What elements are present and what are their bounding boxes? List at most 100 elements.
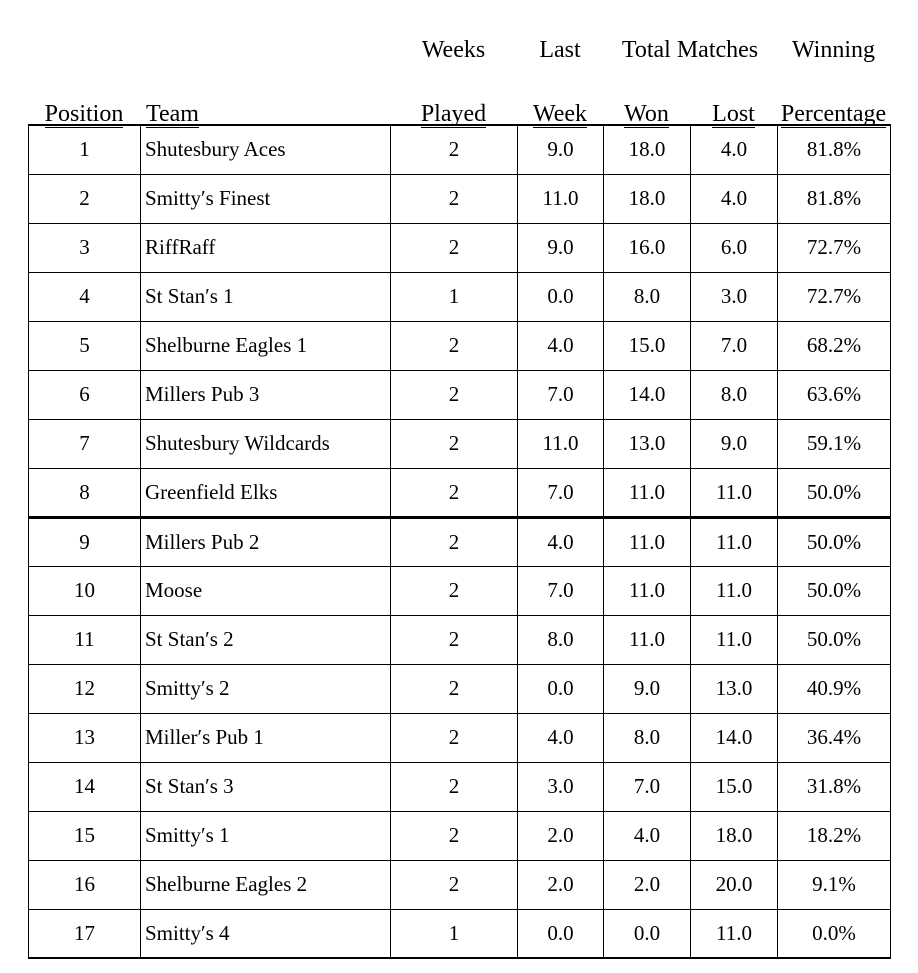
table-row[interactable]: 14 St Stanʹs 3 2 3.0 7.0 15.0 31.8% <box>28 762 891 812</box>
cell-position: 3 <box>28 223 141 273</box>
cell-weeks-played: 2 <box>390 860 518 910</box>
cell-team: St Stanʹs 3 <box>140 762 391 812</box>
cell-team: Millers Pub 2 <box>140 517 391 567</box>
cell-last-week: 8.0 <box>517 615 604 665</box>
cell-team: Shutesbury Wildcards <box>140 419 391 469</box>
cell-position: 10 <box>28 566 141 616</box>
cell-weeks-played: 2 <box>390 517 518 567</box>
standings-table-wrap: 1 Shutesbury Aces 2 9.0 18.0 4.0 81.8% 2 Smittyʹ… <box>28 124 891 959</box>
cell-team: Smittyʹs 4 <box>140 909 391 958</box>
cell-winning-percentage: 50.0% <box>777 615 891 665</box>
table-header-block: Weeks Last Total Matches Winning Positio… <box>28 0 890 128</box>
cell-winning-percentage: 9.1% <box>777 860 891 910</box>
table-row[interactable]: 17 Smittyʹs 4 1 0.0 0.0 11.0 0.0% <box>28 909 891 958</box>
cell-weeks-played: 2 <box>390 762 518 812</box>
cell-weeks-played: 1 <box>390 272 518 322</box>
cell-team: Moose <box>140 566 391 616</box>
table-row[interactable]: 9 Millers Pub 2 2 4.0 11.0 11.0 50.0% <box>28 517 891 567</box>
table-row[interactable]: 12 Smittyʹs 2 2 0.0 9.0 13.0 40.9% <box>28 664 891 714</box>
cell-winning-percentage: 31.8% <box>777 762 891 812</box>
cell-weeks-played: 1 <box>390 909 518 958</box>
cell-position: 6 <box>28 370 141 420</box>
cell-weeks-played: 2 <box>390 321 518 371</box>
cell-last-week: 2.0 <box>517 860 604 910</box>
cell-lost: 11.0 <box>690 909 778 958</box>
table-row[interactable]: 13 Millerʹs Pub 1 2 4.0 8.0 14.0 36.4% <box>28 713 891 763</box>
cell-team: Shutesbury Aces <box>140 125 391 175</box>
table-row[interactable]: 6 Millers Pub 3 2 7.0 14.0 8.0 63.6% <box>28 370 891 420</box>
cell-position: 14 <box>28 762 141 812</box>
cell-winning-percentage: 18.2% <box>777 811 891 861</box>
cell-position: 4 <box>28 272 141 322</box>
table-row[interactable]: 16 Shelburne Eagles 2 2 2.0 2.0 20.0 9.1% <box>28 860 891 910</box>
header-winning-percentage-line1: Winning <box>791 37 876 63</box>
cell-won: 4.0 <box>603 811 691 861</box>
cell-lost: 3.0 <box>690 272 778 322</box>
table-row[interactable]: 5 Shelburne Eagles 1 2 4.0 15.0 7.0 68.2% <box>28 321 891 371</box>
standings-table-body: 1 Shutesbury Aces 2 9.0 18.0 4.0 81.8% 2 Smittyʹ… <box>28 125 891 958</box>
cell-last-week: 9.0 <box>517 223 604 273</box>
cell-position: 11 <box>28 615 141 665</box>
header-table: Weeks Last Total Matches Winning Positio… <box>28 0 890 138</box>
cell-winning-percentage: 68.2% <box>777 321 891 371</box>
cell-position: 7 <box>28 419 141 469</box>
cell-lost: 14.0 <box>690 713 778 763</box>
cell-position: 13 <box>28 713 141 763</box>
cell-winning-percentage: 72.7% <box>777 223 891 273</box>
standings-page: Weeks Last Total Matches Winning Positio… <box>0 0 918 973</box>
cell-position: 2 <box>28 174 141 224</box>
table-row[interactable]: 10 Moose 2 7.0 11.0 11.0 50.0% <box>28 566 891 616</box>
table-row[interactable]: 2 Smittyʹs Finest 2 11.0 18.0 4.0 81.8% <box>28 174 891 224</box>
cell-position: 5 <box>28 321 141 371</box>
cell-position: 9 <box>28 517 141 567</box>
cell-lost: 4.0 <box>690 174 778 224</box>
header-team-line1 <box>140 0 390 66</box>
table-row[interactable]: 11 St Stanʹs 2 2 8.0 11.0 11.0 50.0% <box>28 615 891 665</box>
standings-table: 1 Shutesbury Aces 2 9.0 18.0 4.0 81.8% 2 Smittyʹ… <box>28 124 891 959</box>
cell-won: 7.0 <box>603 762 691 812</box>
table-row[interactable]: 15 Smittyʹs 1 2 2.0 4.0 18.0 18.2% <box>28 811 891 861</box>
cell-won: 11.0 <box>603 566 691 616</box>
cell-team: St Stanʹs 2 <box>140 615 391 665</box>
header-last-week-line1: Last <box>539 37 581 63</box>
cell-team: Smittyʹs Finest <box>140 174 391 224</box>
cell-won: 16.0 <box>603 223 691 273</box>
table-row[interactable]: 3 RiffRaff 2 9.0 16.0 6.0 72.7% <box>28 223 891 273</box>
table-row[interactable]: 4 St Stanʹs 1 1 0.0 8.0 3.0 72.7% <box>28 272 891 322</box>
cell-last-week: 3.0 <box>517 762 604 812</box>
cell-won: 11.0 <box>603 517 691 567</box>
cell-weeks-played: 2 <box>390 174 518 224</box>
cell-winning-percentage: 40.9% <box>777 664 891 714</box>
table-row[interactable]: 1 Shutesbury Aces 2 9.0 18.0 4.0 81.8% <box>28 125 891 175</box>
cell-last-week: 0.0 <box>517 272 604 322</box>
cell-weeks-played: 2 <box>390 468 518 519</box>
table-row[interactable]: 8 Greenfield Elks 2 7.0 11.0 11.0 50.0% <box>28 468 891 519</box>
table-row[interactable]: 7 Shutesbury Wildcards 2 11.0 13.0 9.0 59.1% <box>28 419 891 469</box>
cell-team: Millers Pub 3 <box>140 370 391 420</box>
cell-winning-percentage: 81.8% <box>777 125 891 175</box>
cell-won: 15.0 <box>603 321 691 371</box>
cell-team: Shelburne Eagles 1 <box>140 321 391 371</box>
cell-winning-percentage: 50.0% <box>777 468 891 519</box>
cell-weeks-played: 2 <box>390 125 518 175</box>
cell-winning-percentage: 63.6% <box>777 370 891 420</box>
header-position-line1 <box>28 0 140 66</box>
cell-weeks-played: 2 <box>390 664 518 714</box>
cell-last-week: 4.0 <box>517 713 604 763</box>
cell-lost: 11.0 <box>690 615 778 665</box>
cell-weeks-played: 2 <box>390 419 518 469</box>
cell-won: 0.0 <box>603 909 691 958</box>
cell-last-week: 2.0 <box>517 811 604 861</box>
cell-winning-percentage: 50.0% <box>777 517 891 567</box>
cell-lost: 20.0 <box>690 860 778 910</box>
cell-won: 2.0 <box>603 860 691 910</box>
cell-lost: 6.0 <box>690 223 778 273</box>
cell-position: 1 <box>28 125 141 175</box>
cell-position: 16 <box>28 860 141 910</box>
cell-position: 17 <box>28 909 141 958</box>
cell-weeks-played: 2 <box>390 811 518 861</box>
cell-lost: 8.0 <box>690 370 778 420</box>
cell-lost: 11.0 <box>690 517 778 567</box>
cell-last-week: 0.0 <box>517 664 604 714</box>
cell-team: St Stanʹs 1 <box>140 272 391 322</box>
